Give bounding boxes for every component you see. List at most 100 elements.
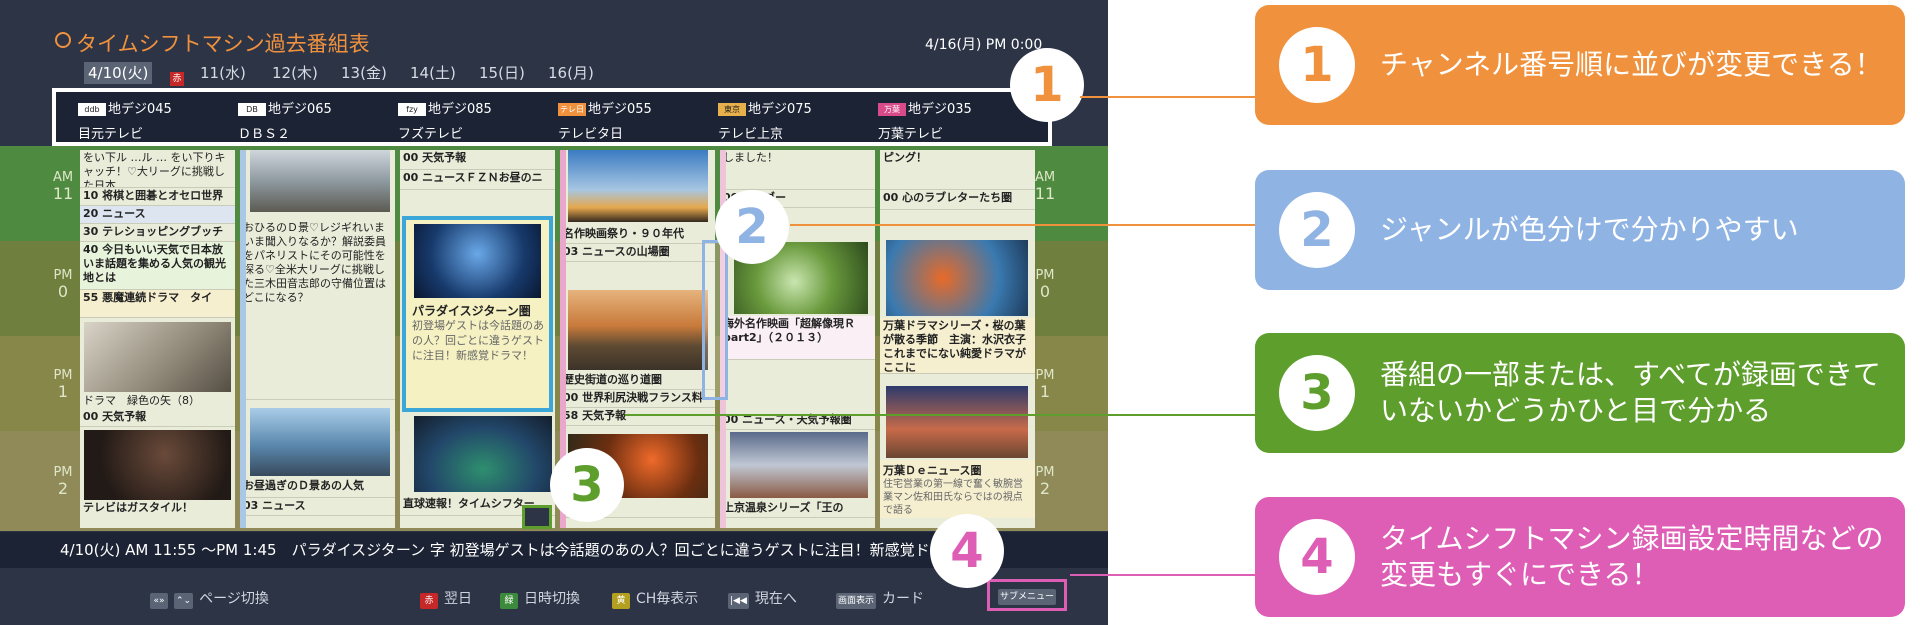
badge-2: 2 xyxy=(715,190,789,264)
program-thumbnail xyxy=(84,322,231,392)
program-description: 初登場ゲストは今話題のあの人？回ごとに違うゲストに注目！新感覚ドラマ！ xyxy=(412,319,544,362)
badge-1: 1 xyxy=(1010,48,1084,122)
channel-row[interactable]: ddb 地デジ045 目元テレビ DB 地デジ065 ＤＢＳ２ fzy 地デジ085 フズテ… xyxy=(52,88,1052,146)
connector-line-4 xyxy=(1070,574,1255,576)
program-cell[interactable]: おひるのＤ景♡レジギれいまいま聞入りなるか？解説委員をパネリストにその可能性を探… xyxy=(240,220,395,400)
red-key-icon: 赤 xyxy=(420,593,438,609)
clock-icon xyxy=(55,32,71,48)
program-cell[interactable]: 00 心のラブレターたち圏 xyxy=(880,190,1035,210)
program-cell[interactable]: しました！ xyxy=(720,150,875,190)
skip-back-icon: |◀◀ xyxy=(728,593,749,609)
callout-text: チャンネル番号順に並びが変更できる！ xyxy=(1380,48,1883,81)
time-label-pm0: PM 0 xyxy=(53,268,73,301)
callout-text: 番組の一部または、すべてが録画できていないかどうかひと目で分かる xyxy=(1380,358,1881,427)
time-label-pm2: PM 2 xyxy=(53,465,73,498)
badge-3: 3 xyxy=(550,448,624,522)
program-cell[interactable]: 00 世界利尻決戦フランス料 xyxy=(560,390,715,408)
channel-4[interactable]: テレ日 地デジ055 テレビタ日 xyxy=(558,98,713,142)
program-cell[interactable]: 03 ニュース xyxy=(240,498,395,516)
callout-number: 2 xyxy=(1279,192,1355,268)
program-cell[interactable]: 万葉ドラマシリーズ・桜の葉が散る季節 主演：水沢衣子 これまでにない純愛ドラマが… xyxy=(880,318,1035,374)
channel-logo: 東京 xyxy=(718,103,746,116)
program-thumbnail xyxy=(730,432,868,498)
callout-number: 1 xyxy=(1279,27,1355,103)
program-cell[interactable]: ドラマ 緑色の矢（8） xyxy=(80,393,235,409)
date-tab-15[interactable]: 15(日) xyxy=(475,62,529,84)
program-cell[interactable]: お昼過ぎのＤ景あの人気 xyxy=(240,478,395,498)
channel-logo: ddb xyxy=(78,103,106,116)
tv-screen: タイムシフトマシン過去番組表 4/16(月) PM 0:00 4/10(火) 赤… xyxy=(0,0,1108,625)
program-thumbnail xyxy=(414,416,552,492)
page-title: タイムシフトマシン過去番組表 xyxy=(76,32,370,56)
screen-display-hint[interactable]: 画面表示 カード xyxy=(836,588,924,609)
channel-logo: DB xyxy=(238,103,266,116)
genre-highlight xyxy=(702,240,728,400)
program-cell[interactable]: 03 ニュースの山場圏 xyxy=(560,244,715,262)
program-cell[interactable]: テレビはガスタイル！ xyxy=(80,500,235,518)
program-thumbnail xyxy=(250,408,390,476)
program-cell[interactable]: 55 悪魔連続ドラマ タイ xyxy=(80,290,235,318)
connector-line-3 xyxy=(625,414,1255,416)
program-cell[interactable]: 20 ニュース xyxy=(80,206,235,224)
program-title: パラダイスジターン圏 xyxy=(412,304,531,318)
channel-2[interactable]: DB 地デジ065 ＤＢＳ２ xyxy=(238,98,393,142)
program-column-1: をい下ル …ル … をい下りキャッチ！♡大リーグに挑戦した日本 10 将棋と囲碁… xyxy=(80,150,235,528)
date-tab-12[interactable]: 12(木) xyxy=(268,62,322,84)
channel-logo: 万葉 xyxy=(878,103,906,116)
program-thumbnail xyxy=(414,224,541,298)
connector-line-1 xyxy=(1080,96,1255,98)
program-cell[interactable]: ピング！ xyxy=(880,150,1035,190)
callout-number: 3 xyxy=(1279,355,1355,431)
program-cell[interactable]: 00 天気予報 xyxy=(80,409,235,427)
recording-status-icon xyxy=(522,505,552,529)
channel-6[interactable]: 万葉 地デジ035 万葉テレビ xyxy=(878,98,1033,142)
red-day-marker: 赤 xyxy=(170,66,184,86)
program-column-6: ピング！ 00 心のラブレターたち圏 万葉ドラマシリーズ・桜の葉が散る季節 主演… xyxy=(880,150,1035,528)
program-thumbnail xyxy=(250,150,390,212)
green-key-icon: 緑 xyxy=(500,593,518,609)
submenu-button[interactable]: サブメニュー xyxy=(987,579,1067,611)
date-tab-11[interactable]: 11(水) xyxy=(196,62,250,84)
callout-4: 4 タイムシフトマシン録画設定時間などの変更もすぐにできる！ xyxy=(1255,497,1905,617)
channel-3[interactable]: fzy 地デジ085 フズテレビ xyxy=(398,98,553,142)
callout-text: タイムシフトマシン録画設定時間などの変更もすぐにできる！ xyxy=(1380,522,1884,591)
date-tab-0410[interactable]: 4/10(火) xyxy=(84,62,153,84)
program-cell[interactable]: 上京温泉シリーズ「王の xyxy=(720,500,875,518)
program-cell[interactable]: 58 天気予報 xyxy=(560,408,715,426)
clock-display: 4/16(月) PM 0:00 xyxy=(925,37,1043,53)
program-cell[interactable]: 10 将棋と囲碁とオセロ世界 xyxy=(80,188,235,206)
date-tab-14[interactable]: 14(土) xyxy=(406,62,460,84)
program-thumbnail xyxy=(568,290,708,370)
program-cell[interactable]: 歴史街道の巡り道圏 xyxy=(560,372,715,390)
program-cell[interactable]: 30 テレショッピングブッチ xyxy=(80,224,235,242)
program-cell[interactable]: 海外名作映画「超解像現Ｒpart2」（２０１３） xyxy=(720,316,875,360)
page-arrow-icon: «» xyxy=(150,593,168,609)
genre-bar xyxy=(240,150,246,528)
channel-1[interactable]: ddb 地デジ045 目元テレビ xyxy=(78,98,233,142)
ch-display-hint[interactable]: 黄 CH毎表示 xyxy=(612,588,698,609)
time-switch-hint[interactable]: 緑日時切換 xyxy=(500,588,580,609)
channel-logo: テレ日 xyxy=(558,103,586,116)
date-tab-13[interactable]: 13(金) xyxy=(337,62,391,84)
time-label-pm1: PM 1 xyxy=(53,368,73,401)
now-hint[interactable]: |◀◀ 現在へ xyxy=(728,588,797,609)
page-switch-hint[interactable]: «» ⌃⌄ ページ切換 xyxy=(150,588,269,609)
callout-text: ジャンルが色分けで分かりやすい xyxy=(1380,213,1799,246)
selected-program[interactable]: パラダイスジターン圏 初登場ゲストは今話題のあの人？回ごとに違うゲストに注目！新… xyxy=(402,216,553,412)
program-cell[interactable]: 00 ニュースＦＺＮお昼のニ xyxy=(400,170,555,190)
channel-logo: fzy xyxy=(398,103,426,116)
channel-5[interactable]: 東京 地デジ075 テレビ上京 xyxy=(718,98,873,142)
program-cell[interactable]: 40 今日もいい天気で日本放いま話題を集める人気の観光地とは xyxy=(80,242,235,290)
next-day-hint[interactable]: 赤翌日 xyxy=(420,588,472,609)
program-cell[interactable]: をい下ル …ル … をい下りキャッチ！♡大リーグに挑戦した日本 xyxy=(80,150,235,188)
program-cell[interactable]: 名作映画祭り・９０年代 xyxy=(560,226,715,244)
program-column-3: 00 天気予報 00 ニュースＦＺＮお昼のニ パラダイスジターン圏 初登場ゲスト… xyxy=(400,150,555,528)
date-tab-16[interactable]: 16(月) xyxy=(544,62,598,84)
callout-number: 4 xyxy=(1279,519,1355,595)
badge-4: 4 xyxy=(930,514,1004,588)
screen-display-key: 画面表示 xyxy=(836,593,877,609)
callout-2: 2 ジャンルが色分けで分かりやすい xyxy=(1255,170,1905,290)
connector-line-2 xyxy=(790,224,1255,226)
program-cell[interactable]: 万葉Ｄｅニュース圏 住宅営業の第一線で奮く敏腕営業マン佐和田氏ならではの視点で語… xyxy=(880,460,1035,518)
program-cell[interactable]: 00 天気予報 xyxy=(400,150,555,170)
